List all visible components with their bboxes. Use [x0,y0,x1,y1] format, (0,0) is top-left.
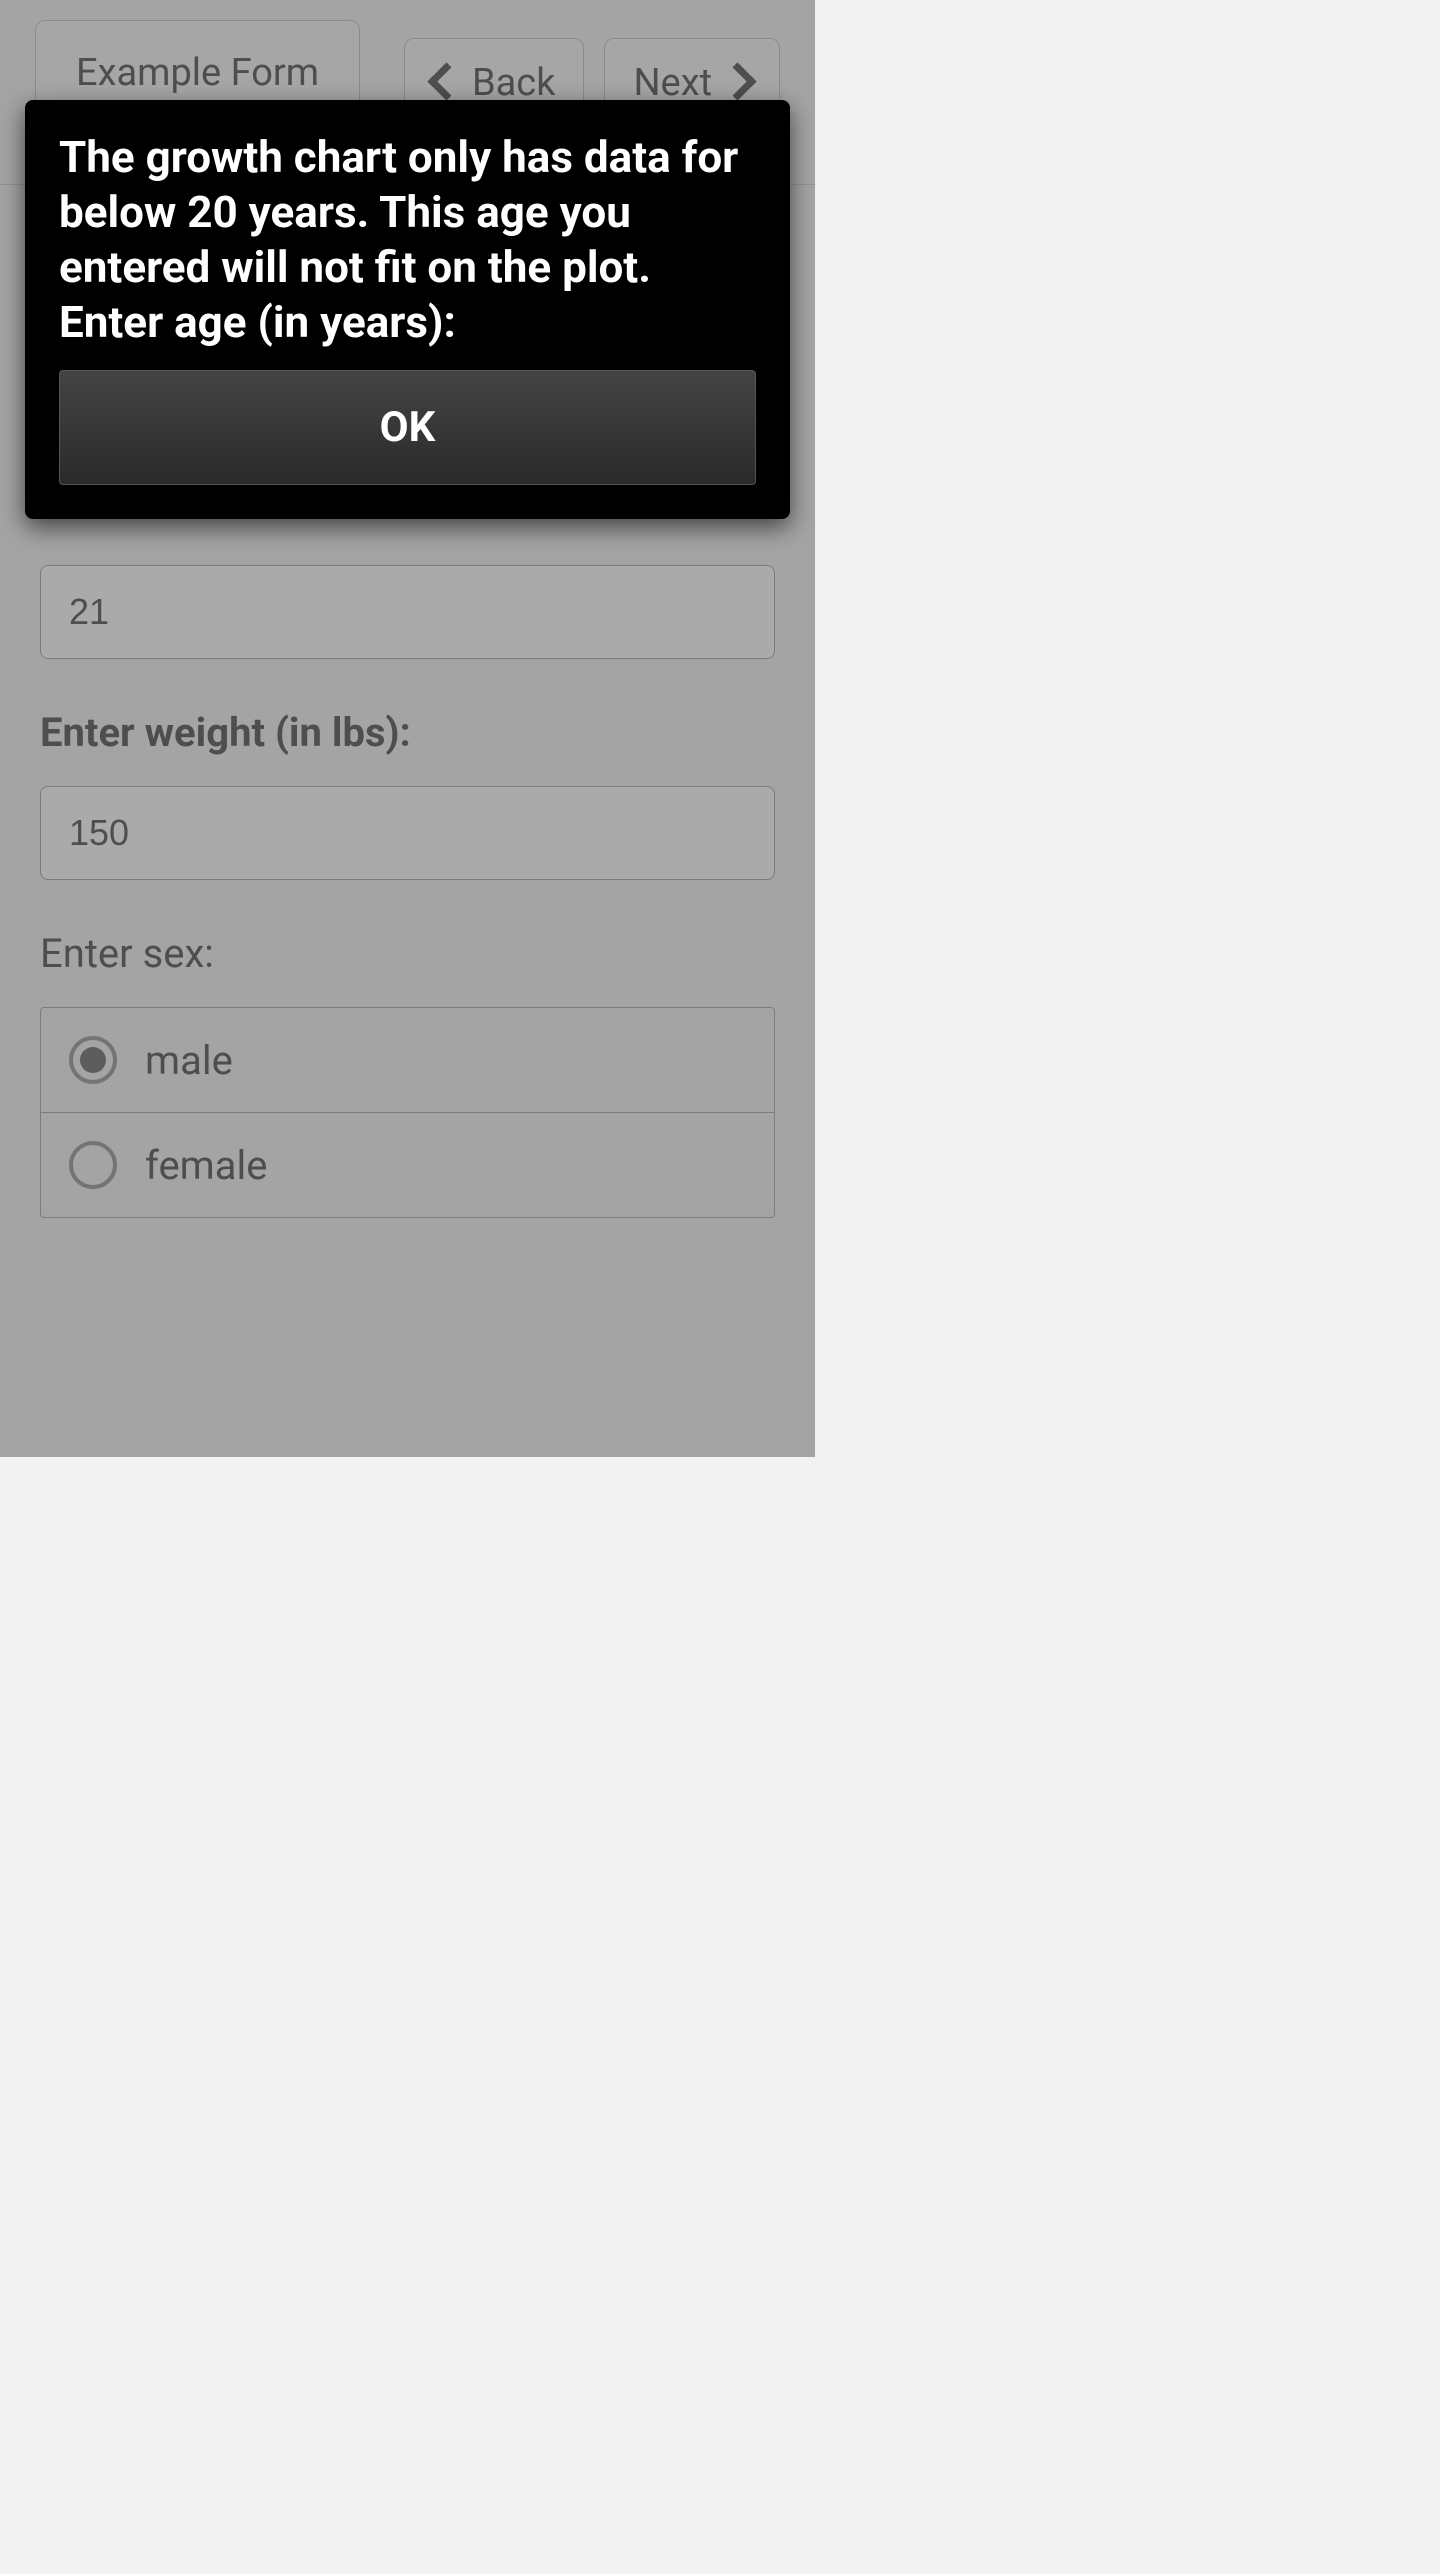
ok-button[interactable]: OK [59,370,756,485]
alert-dialog: The growth chart only has data for below… [25,100,790,519]
modal-overlay: The growth chart only has data for below… [0,0,815,1457]
dialog-message: The growth chart only has data for below… [59,130,756,350]
